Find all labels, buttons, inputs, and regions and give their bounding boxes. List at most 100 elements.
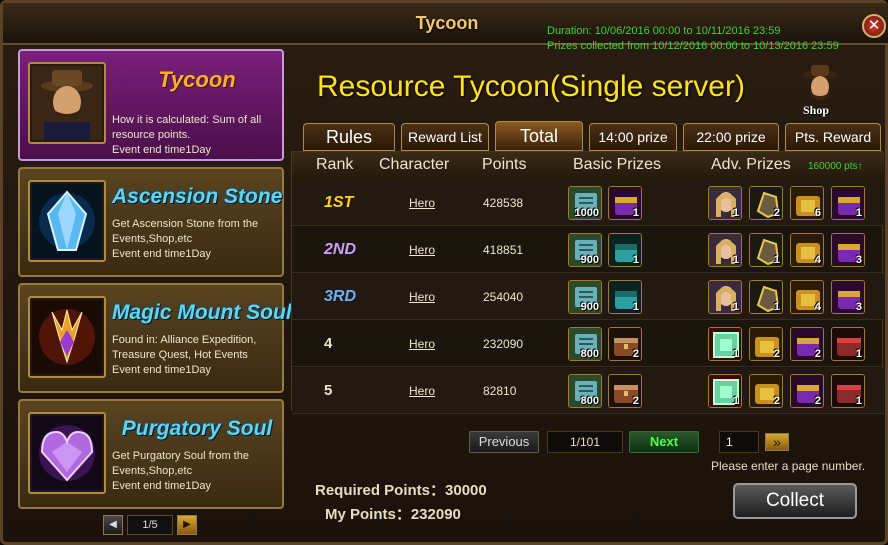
- red-chest-icon[interactable]: 1: [831, 374, 865, 408]
- character-link[interactable]: Hero: [409, 337, 435, 351]
- rank-cell: 2ND: [324, 241, 357, 258]
- purple-chest-icon[interactable]: 1: [608, 186, 642, 220]
- event-card-title: Tycoon: [158, 67, 236, 92]
- item-quantity: 1: [855, 348, 862, 360]
- treasure-chest-icon[interactable]: 2: [608, 374, 642, 408]
- teal-chest-icon[interactable]: 1: [608, 280, 642, 314]
- go-page-button[interactable]: »: [765, 433, 789, 451]
- tab-rules[interactable]: Rules: [303, 123, 395, 151]
- rank-cell: 1ST: [324, 194, 354, 211]
- page-number-input[interactable]: [719, 431, 759, 453]
- item-quantity: 1: [632, 254, 639, 266]
- gear-shard-icon[interactable]: 1: [749, 280, 783, 314]
- rank-cell: 3RD: [324, 288, 357, 305]
- event-list-page-indicator: 1/5: [127, 515, 173, 535]
- event-card-title: Purgatory Soul: [121, 417, 273, 440]
- collect-button[interactable]: Collect: [733, 483, 857, 519]
- character-link[interactable]: Hero: [409, 243, 435, 257]
- table-row: 2ND Hero 418851 900 1 1 1 4 3: [292, 227, 884, 273]
- ranking-pager: Previous 1/101 Next »: [469, 431, 888, 453]
- previous-page-button[interactable]: Previous: [469, 431, 539, 453]
- tab-reward-list[interactable]: Reward List: [401, 123, 489, 151]
- gold-chest-icon[interactable]: 2: [749, 374, 783, 408]
- item-quantity: 1: [773, 254, 780, 266]
- header-adv-prizes: Adv. Prizes: [711, 156, 791, 173]
- event-list-prev-button[interactable]: ◀: [103, 515, 123, 535]
- item-quantity: 1000: [574, 207, 599, 219]
- character-link[interactable]: Hero: [409, 384, 435, 398]
- purple-chest-icon[interactable]: 3: [831, 233, 865, 267]
- scroll-icon[interactable]: 800: [568, 327, 602, 361]
- gold-chest-icon[interactable]: 4: [790, 233, 824, 267]
- scroll-icon[interactable]: 900: [568, 233, 602, 267]
- hero-portrait-icon[interactable]: 1: [708, 186, 742, 220]
- item-quantity: 1: [632, 207, 639, 219]
- rank-cell: 5: [324, 382, 333, 399]
- green-gem-icon[interactable]: 1: [708, 327, 742, 361]
- purple-chest-icon[interactable]: 2: [790, 374, 824, 408]
- red-chest-icon[interactable]: 1: [831, 327, 865, 361]
- character-link[interactable]: Hero: [409, 196, 435, 210]
- character-link[interactable]: Hero: [409, 290, 435, 304]
- purple-chest-icon[interactable]: 3: [831, 280, 865, 314]
- my-points: My Points：232090: [325, 506, 461, 523]
- item-quantity: 3: [855, 301, 862, 313]
- gold-chest-icon[interactable]: 4: [790, 280, 824, 314]
- item-quantity: 800: [580, 395, 599, 407]
- shop-button[interactable]: Shop: [797, 63, 843, 119]
- panel-heading: Resource Tycoon(Single server): [317, 70, 745, 103]
- item-quantity: 2: [773, 207, 780, 219]
- next-page-button[interactable]: Next: [629, 431, 699, 453]
- event-card-end-time: Event end time1Day: [112, 144, 212, 156]
- item-quantity: 2: [773, 395, 780, 407]
- duration-line: Duration: 10/06/2016 00:00 to 10/11/2016…: [547, 25, 781, 37]
- adv-prize-threshold: 160000 pts↑: [808, 161, 863, 172]
- table-row: 4 Hero 232090 800 2 1 2 2 1: [292, 321, 884, 367]
- purple-chest-icon[interactable]: 1: [831, 186, 865, 220]
- tab-22-prize[interactable]: 22:00 prize: [683, 123, 779, 151]
- event-card-ascension-stone[interactable]: Ascension Stone Get Ascension Stone from…: [18, 167, 284, 277]
- item-quantity: 900: [580, 254, 599, 266]
- gold-chest-icon[interactable]: 6: [790, 186, 824, 220]
- item-quantity: 1: [732, 348, 739, 360]
- gold-chest-icon[interactable]: 2: [749, 327, 783, 361]
- event-card-end-time: Event end time1Day: [112, 480, 212, 492]
- event-list-next-button[interactable]: ▶: [177, 515, 197, 535]
- purple-chest-icon[interactable]: 2: [790, 327, 824, 361]
- item-quantity: 2: [814, 348, 821, 360]
- event-card-purgatory-soul[interactable]: Purgatory Soul Get Purgatory Soul from t…: [18, 399, 284, 509]
- event-card-desc-text: Get Ascension Stone from the Events,Shop…: [112, 218, 259, 245]
- green-gem-icon[interactable]: 1: [708, 374, 742, 408]
- item-quantity: 1: [732, 254, 739, 266]
- item-quantity: 1: [773, 301, 780, 313]
- scroll-icon[interactable]: 900: [568, 280, 602, 314]
- hero-portrait-icon[interactable]: 1: [708, 280, 742, 314]
- event-card-end-time: Event end time1Day: [112, 248, 212, 260]
- item-quantity: 1: [855, 395, 862, 407]
- hero-portrait-icon[interactable]: 1: [708, 233, 742, 267]
- tab-14-prize[interactable]: 14:00 prize: [589, 123, 677, 151]
- item-quantity: 3: [855, 254, 862, 266]
- item-quantity: 800: [580, 348, 599, 360]
- tab-total[interactable]: Total: [495, 121, 583, 151]
- item-quantity: 1: [855, 207, 862, 219]
- event-card-title: Ascension Stone: [112, 185, 283, 208]
- event-card-description: How it is calculated: Sum of all resourc…: [112, 113, 284, 158]
- item-quantity: 2: [632, 348, 639, 360]
- scroll-icon[interactable]: 800: [568, 374, 602, 408]
- event-card-tycoon[interactable]: Tycoon How it is calculated: Sum of all …: [18, 49, 284, 161]
- event-list-pager: ◀ 1/5 ▶: [103, 515, 199, 535]
- gear-shard-icon[interactable]: 1: [749, 233, 783, 267]
- table-body: 1ST Hero 428538 1000 1 1 2 6 1 2ND Hero 418851 900 1 1…: [292, 180, 884, 414]
- ranking-panel: Resource Tycoon(Single server) Shop Rule…: [291, 49, 884, 539]
- mount-soul-icon: [28, 296, 106, 378]
- event-card-magic-mount-soul[interactable]: Magic Mount Soul Found in: Alliance Expe…: [18, 283, 292, 393]
- treasure-chest-icon[interactable]: 2: [608, 327, 642, 361]
- tab-pts-reward[interactable]: Pts. Reward: [785, 123, 881, 151]
- close-button[interactable]: ✕: [862, 14, 886, 38]
- gear-shard-icon[interactable]: 2: [749, 186, 783, 220]
- scroll-icon[interactable]: 1000: [568, 186, 602, 220]
- teal-chest-icon[interactable]: 1: [608, 233, 642, 267]
- item-quantity: 900: [580, 301, 599, 313]
- points-cell: 82810: [483, 384, 517, 398]
